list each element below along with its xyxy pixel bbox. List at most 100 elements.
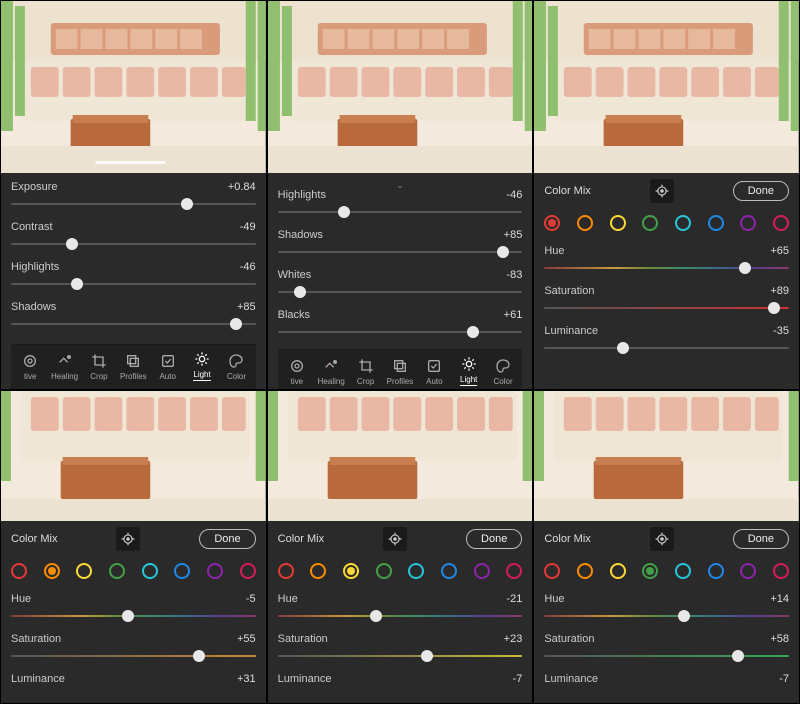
color-swatch[interactable]: [474, 563, 490, 579]
exposure-slider[interactable]: [11, 197, 256, 211]
tool-healing[interactable]: Healing: [316, 358, 346, 386]
luminance-label: Luminance: [11, 673, 65, 685]
saturation-slider[interactable]: [544, 649, 789, 663]
color-swatch[interactable]: [441, 563, 457, 579]
bottom-toolbar: tive Healing Crop Profiles Auto Light Co…: [278, 349, 523, 390]
color-swatch[interactable]: [740, 563, 756, 579]
hue-label: Hue: [278, 593, 298, 605]
color-swatch[interactable]: [610, 215, 626, 231]
color-swatch[interactable]: [278, 563, 294, 579]
saturation-slider[interactable]: [278, 649, 523, 663]
preview-image: [534, 391, 799, 521]
whites-slider[interactable]: [278, 285, 523, 299]
panel-light-1: Exposure+0.84 Contrast-49 Highlights-46 …: [0, 0, 267, 390]
saturation-slider[interactable]: [544, 301, 789, 315]
panel-light-2: ⌄ Highlights-46 Shadows+85 Whites-83 Bla…: [267, 0, 534, 390]
color-swatch[interactable]: [577, 215, 593, 231]
color-swatch[interactable]: [142, 563, 158, 579]
color-swatch[interactable]: [675, 563, 691, 579]
done-button[interactable]: Done: [733, 529, 789, 549]
color-swatch[interactable]: [109, 563, 125, 579]
tool-profiles[interactable]: Profiles: [385, 358, 415, 386]
color-swatch[interactable]: [642, 563, 658, 579]
color-swatch[interactable]: [740, 215, 756, 231]
color-swatch[interactable]: [610, 563, 626, 579]
color-swatch[interactable]: [174, 563, 190, 579]
blacks-value: +61: [504, 309, 523, 321]
color-swatches: [534, 559, 799, 589]
hue-label: Hue: [544, 593, 564, 605]
tool-color[interactable]: Color: [221, 353, 251, 381]
done-button[interactable]: Done: [199, 529, 255, 549]
color-swatch[interactable]: [773, 215, 789, 231]
color-swatch[interactable]: [675, 215, 691, 231]
preview-image: [1, 391, 266, 521]
target-adjustment-button[interactable]: [650, 179, 674, 203]
color-swatch[interactable]: [773, 563, 789, 579]
luminance-value: -7: [779, 673, 789, 685]
tool-healing[interactable]: Healing: [50, 353, 80, 381]
color-swatch[interactable]: [506, 563, 522, 579]
hue-value: -5: [246, 593, 256, 605]
preview-image: [1, 1, 266, 173]
chevron-down-icon[interactable]: ⌄: [278, 181, 523, 189]
tool-crop[interactable]: Crop: [84, 353, 114, 381]
shadows-value: +85: [504, 229, 523, 241]
color-swatch[interactable]: [408, 563, 424, 579]
blacks-slider[interactable]: [278, 325, 523, 339]
color-swatch[interactable]: [544, 563, 560, 579]
target-adjustment-button[interactable]: [383, 527, 407, 551]
luminance-value: +31: [237, 673, 256, 685]
tool-profiles[interactable]: Profiles: [118, 353, 148, 381]
color-swatch[interactable]: [708, 563, 724, 579]
hue-label: Hue: [11, 593, 31, 605]
hue-slider[interactable]: [278, 609, 523, 623]
contrast-slider[interactable]: [11, 237, 256, 251]
color-swatch[interactable]: [343, 563, 359, 579]
target-adjustment-button[interactable]: [116, 527, 140, 551]
color-swatch[interactable]: [207, 563, 223, 579]
tool-light[interactable]: Light: [454, 356, 484, 386]
shadows-slider[interactable]: [278, 245, 523, 259]
saturation-label: Saturation: [278, 633, 328, 645]
luminance-slider[interactable]: [544, 341, 789, 355]
color-swatch[interactable]: [708, 215, 724, 231]
color-swatches: [534, 211, 799, 241]
tool-selective[interactable]: tive: [282, 358, 312, 386]
luminance-value: -35: [773, 325, 789, 337]
tool-selective[interactable]: tive: [15, 353, 45, 381]
color-swatch[interactable]: [240, 563, 256, 579]
color-swatch[interactable]: [310, 563, 326, 579]
highlights-value: -46: [240, 261, 256, 273]
shadows-label: Shadows: [278, 229, 323, 241]
shadows-slider[interactable]: [11, 317, 256, 331]
color-swatch[interactable]: [544, 215, 560, 231]
color-swatches: [268, 559, 533, 589]
color-swatch[interactable]: [44, 563, 60, 579]
preview-image: [268, 1, 533, 173]
hue-label: Hue: [544, 245, 564, 257]
color-swatch[interactable]: [11, 563, 27, 579]
done-button[interactable]: Done: [466, 529, 522, 549]
hue-slider[interactable]: [544, 609, 789, 623]
color-swatch[interactable]: [642, 215, 658, 231]
target-adjustment-button[interactable]: [650, 527, 674, 551]
highlights-slider[interactable]: [11, 277, 256, 291]
tool-color[interactable]: Color: [488, 358, 518, 386]
hue-slider[interactable]: [11, 609, 256, 623]
tool-light[interactable]: Light: [187, 351, 217, 381]
hue-slider[interactable]: [544, 261, 789, 275]
color-swatch[interactable]: [577, 563, 593, 579]
tool-auto[interactable]: Auto: [419, 358, 449, 386]
colormix-title: Color Mix: [544, 185, 590, 197]
done-button[interactable]: Done: [733, 181, 789, 201]
tool-crop[interactable]: Crop: [351, 358, 381, 386]
color-swatch[interactable]: [376, 563, 392, 579]
tool-auto[interactable]: Auto: [153, 353, 183, 381]
panel-colormix-green: Color Mix Done Hue+14 Saturation+58 Lumi…: [533, 390, 800, 704]
saturation-label: Saturation: [11, 633, 61, 645]
color-swatch[interactable]: [76, 563, 92, 579]
hue-value: -21: [506, 593, 522, 605]
highlights-slider[interactable]: [278, 205, 523, 219]
saturation-slider[interactable]: [11, 649, 256, 663]
